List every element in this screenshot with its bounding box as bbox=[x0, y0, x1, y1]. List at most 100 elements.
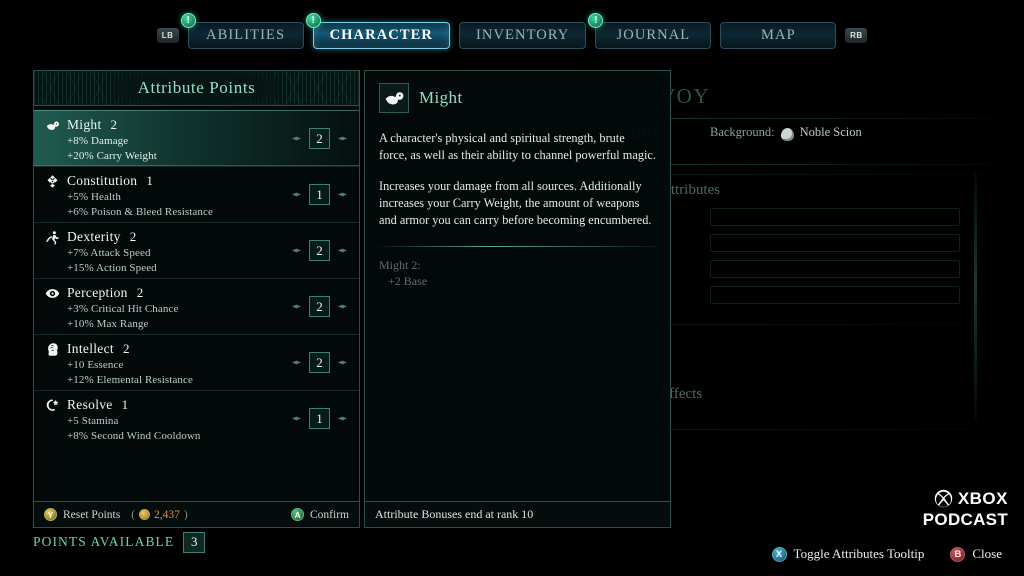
attribute-value[interactable]: 2 bbox=[309, 240, 330, 261]
attribute-stepper: 2 bbox=[291, 128, 348, 149]
xbox-logo-icon bbox=[934, 489, 953, 508]
decrease-arrow-icon[interactable] bbox=[291, 413, 302, 424]
attribute-value[interactable]: 1 bbox=[309, 184, 330, 205]
tooltip-description: A character's physical and spiritual str… bbox=[379, 130, 656, 229]
divider bbox=[628, 118, 990, 119]
y-button-icon: Y bbox=[44, 508, 57, 521]
tooltip-rank-header: Might 2: bbox=[379, 258, 421, 272]
attribute-rank: 2 bbox=[136, 285, 144, 300]
attribute-panel-title: Attribute Points bbox=[137, 78, 256, 97]
points-available-label: POINTS AVAILABLE bbox=[33, 534, 175, 549]
decrease-arrow-icon[interactable] bbox=[291, 357, 302, 368]
attribute-slot bbox=[710, 286, 960, 304]
confirm-label: Confirm bbox=[310, 508, 349, 521]
attribute-row-dexterity[interactable]: Dexterity 2 +7% Attack Speed +15% Action… bbox=[34, 222, 359, 278]
notification-badge-icon: ! bbox=[305, 12, 321, 28]
attribute-rank: 2 bbox=[129, 229, 137, 244]
tab-wrap-abilities: ABILITIES ! bbox=[180, 12, 304, 49]
tab-inventory[interactable]: INVENTORY bbox=[458, 21, 587, 49]
increase-arrow-icon[interactable] bbox=[337, 189, 348, 200]
increase-arrow-icon[interactable] bbox=[337, 413, 348, 424]
decrease-arrow-icon[interactable] bbox=[291, 245, 302, 256]
attribute-list: Might 2 +8% Damage +20% Carry Weight 2 C… bbox=[34, 106, 359, 446]
attribute-name: Might bbox=[67, 117, 102, 132]
decrease-arrow-icon[interactable] bbox=[291, 189, 302, 200]
background-label: Background: bbox=[710, 125, 775, 139]
reset-points-button[interactable]: Y Reset Points ( 2,437 ) bbox=[44, 508, 188, 521]
close-button[interactable]: B Close bbox=[950, 546, 1002, 562]
tooltip-paragraph: Increases your damage from all sources. … bbox=[379, 179, 652, 227]
tooltip-title: Might bbox=[419, 88, 463, 107]
increase-arrow-icon[interactable] bbox=[337, 301, 348, 312]
attribute-panel-header: Attribute Points bbox=[34, 71, 359, 106]
attribute-row-resolve[interactable]: Resolve 1 +5 Stamina +8% Second Wind Coo… bbox=[34, 390, 359, 446]
tab-wrap-inventory: INVENTORY bbox=[458, 21, 587, 49]
attribute-bonus: +15% Action Speed bbox=[67, 262, 157, 274]
attribute-row-might[interactable]: Might 2 +8% Damage +20% Carry Weight 2 bbox=[34, 110, 359, 166]
tab-abilities[interactable]: ABILITIES bbox=[187, 21, 304, 49]
tab-character[interactable]: CHARACTER bbox=[312, 21, 450, 49]
increase-arrow-icon[interactable] bbox=[337, 245, 348, 256]
tooltip-paragraph: A character's physical and spiritual str… bbox=[379, 131, 656, 162]
left-bumper-indicator: LB bbox=[156, 27, 179, 43]
tooltip-body: Might A character's physical and spiritu… bbox=[365, 71, 670, 527]
decrease-arrow-icon[interactable] bbox=[291, 301, 302, 312]
attribute-value[interactable]: 2 bbox=[309, 128, 330, 149]
tab-map[interactable]: MAP bbox=[720, 21, 837, 49]
attribute-bonus: +12% Elemental Resistance bbox=[67, 374, 193, 386]
increase-arrow-icon[interactable] bbox=[337, 357, 348, 368]
tab-wrap-map: MAP bbox=[720, 21, 837, 49]
divider bbox=[628, 164, 990, 165]
attribute-rank: 2 bbox=[122, 341, 130, 356]
divider bbox=[628, 174, 990, 175]
notification-badge-icon: ! bbox=[180, 12, 196, 28]
attribute-stepper: 2 bbox=[291, 240, 348, 261]
attribute-panel-footer: Y Reset Points ( 2,437 ) A Confirm bbox=[34, 501, 359, 527]
a-button-icon: A bbox=[291, 508, 305, 521]
right-bumper-indicator: RB bbox=[845, 27, 868, 43]
attribute-rank: 2 bbox=[110, 117, 118, 132]
xbox-podcast-watermark: XBOX PODCAST bbox=[923, 489, 1008, 528]
close-label: Close bbox=[972, 546, 1002, 561]
attribute-bonus: +6% Poison & Bleed Resistance bbox=[67, 206, 213, 218]
background-value: Noble Scion bbox=[799, 125, 862, 139]
game-character-screen: VOY 2,000 Background: Noble Scion Attrib… bbox=[0, 0, 1024, 576]
attribute-value[interactable]: 2 bbox=[309, 352, 330, 373]
divider bbox=[628, 324, 990, 325]
x-button-icon: X bbox=[771, 546, 787, 562]
reset-cost: ( 2,437 ) bbox=[131, 509, 188, 521]
attribute-bonus: +8% Second Wind Cooldown bbox=[67, 430, 201, 442]
attribute-points-panel: Attribute Points Might 2 +8% Damage +20%… bbox=[33, 70, 360, 528]
toggle-attributes-tooltip-button[interactable]: X Toggle Attributes Tooltip bbox=[771, 546, 924, 562]
tab-label: CHARACTER bbox=[329, 26, 433, 43]
tooltip-header: Might bbox=[379, 83, 656, 113]
paren-open: ( bbox=[131, 508, 136, 521]
tooltip-rank-block: Might 2: +2 Base bbox=[379, 257, 656, 289]
sheet-scrollbar[interactable] bbox=[974, 172, 977, 422]
heart-shield-icon bbox=[45, 174, 60, 189]
flexed-bicep-icon bbox=[379, 83, 409, 113]
attribute-stepper: 2 bbox=[291, 352, 348, 373]
points-available-bar: POINTS AVAILABLE 3 bbox=[33, 531, 206, 553]
coin-icon bbox=[139, 509, 151, 520]
watermark-top-row: XBOX bbox=[923, 489, 1008, 508]
attribute-slot bbox=[710, 260, 960, 278]
confirm-button[interactable]: A Confirm bbox=[291, 508, 349, 521]
attribute-row-intellect[interactable]: Intellect 2 +10 Essence +12% Elemental R… bbox=[34, 334, 359, 390]
attribute-value[interactable]: 2 bbox=[309, 296, 330, 317]
tab-journal[interactable]: JOURNAL bbox=[595, 21, 712, 49]
attribute-bonus: +20% Carry Weight bbox=[67, 150, 157, 162]
attribute-value[interactable]: 1 bbox=[309, 408, 330, 429]
attribute-name: Dexterity bbox=[67, 229, 121, 244]
attribute-row-perception[interactable]: Perception 2 +3% Critical Hit Chance +10… bbox=[34, 278, 359, 334]
decrease-arrow-icon[interactable] bbox=[291, 133, 302, 144]
attribute-rank: 1 bbox=[121, 397, 129, 412]
attribute-slot bbox=[710, 208, 960, 226]
attribute-row-constitution[interactable]: Constitution 1 +5% Health +6% Poison & B… bbox=[34, 166, 359, 222]
attribute-tooltip-panel: Might A character's physical and spiritu… bbox=[364, 70, 671, 528]
increase-arrow-icon[interactable] bbox=[337, 133, 348, 144]
noble-scion-icon bbox=[780, 128, 794, 141]
tooltip-footer-note: Attribute Bonuses end at rank 10 bbox=[365, 501, 670, 527]
attribute-slot bbox=[710, 234, 960, 252]
reset-points-label: Reset Points bbox=[63, 508, 121, 521]
